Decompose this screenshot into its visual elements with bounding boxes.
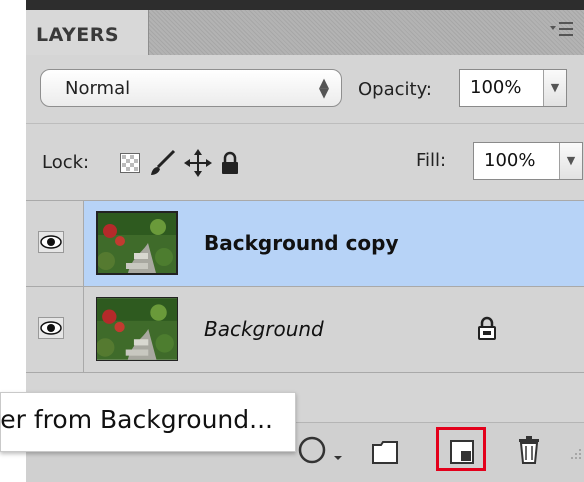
fill-label: Fill: [416, 150, 447, 171]
fill-value: 100% [484, 150, 536, 171]
layer-thumbnail[interactable] [96, 297, 178, 361]
tooltip: New Layer from Background... [0, 392, 296, 452]
tooltip-text: New Layer from Background... [0, 405, 273, 434]
lock-label: Lock: [42, 152, 90, 173]
layer-name: Background [204, 317, 324, 341]
opacity-field[interactable]: 100% ▼ [459, 69, 567, 107]
layer-name: Background copy [204, 231, 399, 255]
eye-icon [38, 317, 64, 339]
new-layer-highlight-box [436, 427, 486, 471]
panel-tab-bar: LAYERS [26, 0, 584, 55]
adjustment-layer-icon[interactable] [298, 436, 346, 466]
garden-thumbnail-image [98, 213, 176, 273]
blend-mode-value: Normal [65, 78, 131, 99]
visibility-toggle[interactable] [26, 201, 84, 286]
layer-row-background-copy[interactable]: Background copy [26, 200, 584, 286]
blend-mode-select[interactable]: Normal ▲ ▼ [40, 69, 342, 107]
garden-thumbnail-image [97, 298, 177, 360]
layer-thumbnail[interactable] [96, 211, 178, 275]
blend-opacity-row: Normal ▲ ▼ Opacity: 100% ▼ [26, 55, 584, 124]
new-group-icon[interactable] [372, 440, 398, 464]
layer-row-background[interactable]: Background [26, 286, 584, 372]
lock-pixels-brush-icon[interactable] [148, 149, 176, 177]
select-updown-icon: ▲ ▼ [319, 76, 329, 101]
layer-lock-icon [478, 316, 496, 340]
opacity-label: Opacity: [358, 79, 432, 100]
tab-layers[interactable]: LAYERS [26, 10, 149, 55]
lock-fill-row: Lock: Fill: 100% ▼ [26, 124, 584, 200]
lock-all-icon[interactable] [220, 151, 240, 175]
fill-field[interactable]: 100% ▼ [473, 142, 583, 180]
eye-icon [38, 231, 64, 253]
layers-list: Background copy Background [26, 200, 584, 372]
opacity-value: 100% [470, 77, 522, 98]
opacity-dropdown-icon[interactable]: ▼ [543, 70, 566, 106]
visibility-toggle[interactable] [26, 287, 84, 372]
lock-position-move-icon[interactable] [184, 149, 212, 177]
lock-transparency-icon[interactable] [120, 153, 140, 173]
panel-menu-icon[interactable] [550, 20, 574, 38]
panel-top-edge [26, 0, 584, 10]
tab-layers-label: LAYERS [36, 24, 120, 46]
resize-grip-icon[interactable] [566, 446, 582, 462]
fill-dropdown-icon[interactable]: ▼ [559, 143, 582, 179]
trash-icon[interactable] [518, 436, 540, 464]
